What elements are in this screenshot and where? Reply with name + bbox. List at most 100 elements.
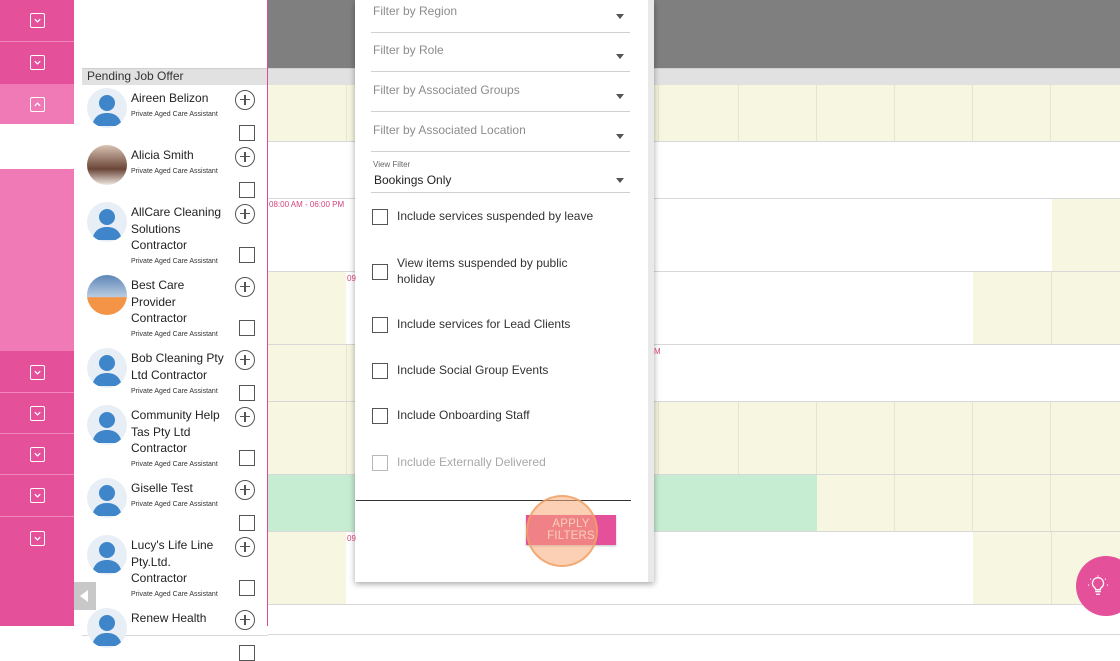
row-checkbox[interactable] — [239, 247, 255, 263]
chevron-up-icon — [29, 96, 45, 112]
avatar — [87, 405, 127, 445]
chevron-down-icon — [29, 446, 45, 462]
rail-toggle-7[interactable] — [0, 518, 74, 558]
role-filter-placeholder: Filter by Role — [373, 43, 444, 57]
section-header-label: Pending Job Offer — [87, 69, 184, 83]
staff-name: Bob Cleaning Pty Ltd Contractor — [131, 351, 224, 382]
add-circle-icon[interactable] — [235, 147, 255, 167]
staff-row[interactable]: Community Help Tas Pty Ltd Contractor Pri… — [82, 402, 268, 476]
staff-role: Private Aged Care Assistant — [131, 168, 218, 175]
add-circle-icon[interactable] — [235, 90, 255, 110]
staff-row[interactable]: Best Care Provider Contractor Private Age… — [82, 272, 268, 346]
chevron-down-icon — [29, 530, 45, 546]
add-circle-icon[interactable] — [235, 537, 255, 557]
avatar — [87, 275, 127, 315]
rail-toggle-3[interactable] — [0, 352, 74, 392]
row-checkbox[interactable] — [239, 645, 255, 661]
schedule-row[interactable] — [268, 605, 1120, 635]
row-checkbox[interactable] — [239, 125, 255, 141]
add-circle-icon[interactable] — [235, 204, 255, 224]
shift-time-label: M — [654, 347, 661, 356]
chevron-down-icon — [29, 487, 45, 503]
add-circle-icon[interactable] — [235, 407, 255, 427]
avatar — [87, 535, 127, 575]
option-label: Include services for Lead Clients — [397, 317, 571, 331]
staff-role: Private Aged Care Assistant — [131, 111, 218, 118]
role-filter-select[interactable]: Filter by Role — [371, 33, 630, 72]
checkbox[interactable] — [372, 317, 388, 333]
rail-toggle-4[interactable] — [0, 393, 74, 433]
staff-role: Private Aged Care Assistant — [131, 591, 218, 598]
region-filter-placeholder: Filter by Region — [373, 4, 458, 18]
row-checkbox[interactable] — [239, 515, 255, 531]
dropdown-caret-icon — [616, 14, 624, 19]
rail-toggle-5[interactable] — [0, 434, 74, 474]
groups-filter-select[interactable]: Filter by Associated Groups — [371, 73, 630, 112]
chevron-down-icon — [29, 12, 45, 28]
staff-row[interactable]: Bob Cleaning Pty Ltd Contractor Private A… — [82, 345, 268, 403]
row-checkbox[interactable] — [239, 580, 255, 596]
avatar — [87, 145, 127, 185]
shift-time-label: 08:00 AM - 06:00 PM — [269, 200, 345, 209]
checkbox[interactable] — [372, 363, 388, 379]
dropdown-caret-icon — [616, 94, 624, 99]
row-checkbox[interactable] — [239, 450, 255, 466]
option-label: Include Social Group Events — [397, 363, 549, 377]
caret-left-icon[interactable] — [74, 582, 96, 610]
shift-time-label: 09 — [347, 534, 356, 543]
dropdown-caret-icon — [616, 134, 624, 139]
add-circle-icon[interactable] — [235, 480, 255, 500]
staff-name: Alicia Smith — [131, 148, 194, 162]
option-label: Include Externally Delivered — [397, 455, 546, 469]
add-circle-icon[interactable] — [235, 350, 255, 370]
staff-name: Lucy's Life Line Pty.Ltd. Contractor — [131, 538, 214, 585]
checkbox[interactable] — [372, 408, 388, 424]
staff-row[interactable]: Lucy's Life Line Pty.Ltd. Contractor Priv… — [82, 532, 268, 606]
row-checkbox[interactable] — [239, 182, 255, 198]
staff-name: AllCare Cleaning Solutions Contractor — [131, 205, 222, 252]
staff-row[interactable]: Renew Health — [82, 605, 268, 661]
avatar — [87, 348, 127, 388]
checkbox[interactable] — [372, 209, 388, 225]
rail-toggle-1[interactable] — [0, 0, 74, 40]
chevron-down-icon — [29, 54, 45, 70]
staff-name: Best Care Provider Contractor — [131, 278, 188, 325]
chevron-down-icon — [29, 364, 45, 380]
staff-name: Renew Health — [131, 611, 207, 625]
left-rail — [0, 0, 74, 626]
checkbox[interactable] — [372, 264, 388, 280]
rail-toggle-2[interactable] — [0, 42, 74, 82]
column-divider — [267, 0, 268, 626]
row-checkbox[interactable] — [239, 385, 255, 401]
staff-row[interactable]: Giselle Test Private Aged Care Assistant — [82, 475, 268, 533]
view-filter-select[interactable]: View Filter Bookings Only — [371, 156, 630, 193]
rail-toggle-6[interactable] — [0, 475, 74, 515]
add-circle-icon[interactable] — [235, 277, 255, 297]
staff-name: Community Help Tas Pty Ltd Contractor — [131, 408, 220, 455]
location-filter-select[interactable]: Filter by Associated Location — [371, 113, 630, 152]
staff-row[interactable]: Alicia Smith Private Aged Care Assistant — [82, 142, 268, 200]
rail-toggle-active[interactable] — [0, 84, 74, 124]
avatar — [87, 88, 127, 128]
checkbox — [372, 455, 388, 471]
location-filter-placeholder: Filter by Associated Location — [373, 123, 526, 137]
staff-role: Private Aged Care Assistant — [131, 388, 218, 395]
row-checkbox[interactable] — [239, 320, 255, 336]
add-circle-icon[interactable] — [235, 610, 255, 630]
staff-role: Private Aged Care Assistant — [131, 258, 218, 265]
region-filter-select[interactable]: Filter by Region — [371, 0, 630, 33]
option-label: Include services suspended by leave — [397, 209, 594, 223]
groups-filter-placeholder: Filter by Associated Groups — [373, 83, 520, 97]
staff-row[interactable]: AllCare Cleaning Solutions Contractor Pri… — [82, 199, 268, 273]
staff-name: Giselle Test — [131, 481, 193, 495]
staff-name: Aireen Belizon — [131, 91, 209, 105]
lightbulb-icon — [1087, 575, 1109, 595]
dropdown-caret-icon — [616, 54, 624, 59]
filter-panel: Filter by Region Filter by Role Filter b… — [355, 0, 654, 582]
avatar — [87, 478, 127, 518]
view-filter-value: Bookings Only — [374, 173, 452, 187]
staff-row[interactable]: Aireen Belizon Private Aged Care Assistan… — [82, 85, 268, 143]
panel-scrollbar[interactable] — [648, 0, 654, 582]
shift-time-label: 09 — [347, 274, 356, 283]
rail-expanded-area — [0, 124, 74, 169]
